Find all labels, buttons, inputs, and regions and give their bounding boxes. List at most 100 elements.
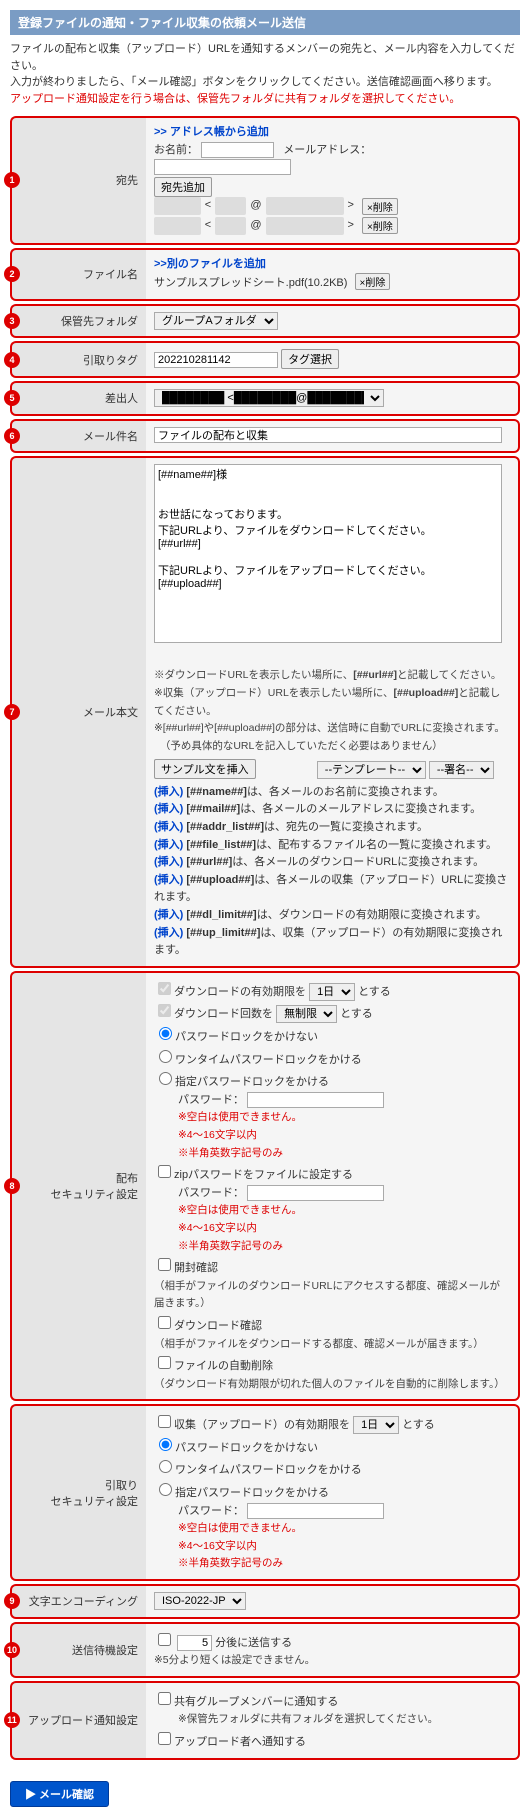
up-expire-row[interactable]: 収集（アップロード）の有効期限を 1日 とする [154,1419,435,1431]
insert-token-link[interactable]: (挿入) [154,839,183,851]
pickup-tag-input[interactable] [154,352,278,368]
insert-token-link[interactable]: (挿入) [154,856,183,868]
label-subject: 6メール件名 [10,419,146,454]
open-confirm-row[interactable]: 開封確認 [154,1262,218,1274]
pick-pw-fixed-radio[interactable] [159,1483,172,1496]
body-hint-1: ※ダウンロードURLを表示したい場所に、[##url##]と記載してください。 [154,669,501,681]
open-confirm-check[interactable] [158,1258,171,1271]
cell-file: >>別のファイルを追加 サンプルスプレッドシート.pdf(10.2KB) ×削除 [146,248,520,301]
pick-pw-none-radio[interactable] [159,1438,172,1451]
signature-select[interactable]: --署名-- [429,761,494,779]
delay-check[interactable] [158,1633,171,1646]
delete-recipient-button[interactable]: ×削除 [362,217,398,234]
dist-pw-onetime-radio[interactable] [159,1050,172,1063]
insert-token-desc: は、ダウンロードの有効期限に変換されます。 [257,909,487,921]
recipient-name-input[interactable] [201,142,274,158]
label-encoding: 9文字エンコーディング [10,1584,146,1619]
pick-pw-fixed[interactable]: 指定パスワードロックをかける [154,1487,329,1499]
dl-confirm-check[interactable] [158,1316,171,1329]
add-another-file-link[interactable]: >>別のファイルを追加 [154,258,266,270]
auto-del-row[interactable]: ファイルの自動削除 [154,1360,273,1372]
intro-warning: アップロード通知設定を行う場合は、保管先フォルダに共有フォルダを選択してください… [10,93,460,105]
notify-group-check[interactable] [158,1692,171,1705]
pick-pw-warn3: ※半角英数字記号のみ [178,1557,283,1569]
dl-expire-select[interactable]: 1日 [309,983,355,1001]
dl-confirm-desc: （相手がファイルをダウンロードする都度、確認メールが届きます。） [154,1338,484,1350]
cell-tag: タグ選択 [146,341,520,378]
insert-token-link[interactable]: (挿入) [154,803,183,815]
insert-token-name: [##dl_limit##] [186,909,256,921]
cell-delay: 分後に送信する ※5分より短くは設定できません。 [146,1622,520,1678]
pick-pw-onetime[interactable]: ワンタイムパスワードロックをかける [154,1464,362,1476]
recipient-mail-input[interactable] [154,159,291,175]
subject-input[interactable] [154,427,502,443]
insert-token-link[interactable]: (挿入) [154,874,183,886]
delete-recipient-button[interactable]: ×削除 [362,198,398,215]
dl-count-select[interactable]: 無制限 [276,1005,337,1023]
dl-expire-check [158,982,171,995]
label-delay: 10送信待機設定 [10,1622,146,1678]
dist-password-input[interactable] [247,1092,384,1108]
insert-token-row: (挿入) [##up_limit##]は、収集（アップロード）の有効期限に変換さ… [154,925,510,960]
dist-pw-none[interactable]: パスワードロックをかけない [154,1031,318,1043]
encoding-select[interactable]: ISO-2022-JP [154,1592,246,1610]
pick-password-input[interactable] [247,1503,384,1519]
dl-expire-row[interactable]: ダウンロードの有効期限を 1日 とする [154,986,391,998]
recipient-local-masked: ████ [215,197,246,215]
cell-to: >> アドレス帳から追加 お名前： メールアドレス： 宛先追加 ██████ <… [146,116,520,245]
dist-pw-onetime[interactable]: ワンタイムパスワードロックをかける [154,1054,362,1066]
insert-token-name: [##upload##] [186,874,254,886]
body-hint-3: ※[##url##]や[##upload##]の部分は、送信時に自動でURLに変… [154,722,505,734]
delay-row[interactable]: 分後に送信する [154,1637,292,1649]
body-textarea[interactable]: [##name##]様 お世話になっております。 下記URLより、ファイルをダウ… [154,464,502,643]
delete-file-button[interactable]: ×削除 [355,273,391,290]
add-recipient-button[interactable]: 宛先追加 [154,177,212,197]
pick-pw-warn2: ※4～16文字以内 [178,1540,257,1552]
cell-pickup-security: 収集（アップロード）の有効期限を 1日 とする パスワードロックをかけない ワン… [146,1404,520,1581]
body-hint-2: ※収集（アップロード）URLを表示したい場所に、[##upload##]と記載し… [154,687,500,717]
notify-group-row[interactable]: 共有グループメンバーに通知する [154,1696,338,1708]
cell-dist-security: ダウンロードの有効期限を 1日 とする ダウンロード回数を 無制限 とする パス… [146,971,520,1401]
insert-token-link[interactable]: (挿入) [154,909,183,921]
zip-pw-warn3: ※半角英数字記号のみ [178,1240,283,1252]
zip-row[interactable]: zipパスワードをファイルに設定する [154,1169,353,1181]
insert-token-link[interactable]: (挿入) [154,821,183,833]
notify-uploader-check[interactable] [158,1732,171,1745]
auto-del-check[interactable] [158,1356,171,1369]
dl-count-row[interactable]: ダウンロード回数を 無制限 とする [154,1008,373,1020]
recipient-domain-masked: ██████████ [266,217,344,235]
template-select[interactable]: --テンプレート-- [317,761,426,779]
badge-6: 6 [4,428,20,444]
zip-password-input[interactable] [247,1185,384,1201]
zip-check[interactable] [158,1165,171,1178]
pick-pw-none[interactable]: パスワードロックをかけない [154,1442,318,1454]
delay-note: ※5分より短くは設定できません。 [154,1654,315,1666]
dist-pw-fixed[interactable]: 指定パスワードロックをかける [154,1076,329,1088]
pick-pw-onetime-radio[interactable] [159,1460,172,1473]
insert-token-link[interactable]: (挿入) [154,786,183,798]
up-expire-check[interactable] [158,1415,171,1428]
sender-select[interactable]: ████████ <████████@██████████████> [154,389,384,407]
insert-token-row: (挿入) [##dl_limit##]は、ダウンロードの有効期限に変換されます。 [154,907,510,925]
zip-pw-label: パスワード： [178,1187,244,1199]
notify-uploader-row[interactable]: アップロード者へ通知する [154,1736,306,1748]
storage-folder-select[interactable]: グループAフォルダ [154,312,278,330]
insert-sample-button[interactable]: サンプル文を挿入 [154,759,256,779]
delay-minutes-input[interactable] [177,1635,212,1651]
label-body: 7メール本文 [10,456,146,968]
insert-token-desc: は、各メールのダウンロードURLに変換されます。 [232,856,484,868]
dl-confirm-row[interactable]: ダウンロード確認 [154,1320,262,1332]
badge-9: 9 [4,1593,20,1609]
insert-token-link[interactable]: (挿入) [154,927,183,939]
badge-2: 2 [4,266,20,282]
label-tag: 4引取りタグ [10,341,146,378]
insert-token-name: [##mail##] [186,803,240,815]
tag-select-button[interactable]: タグ選択 [281,349,339,369]
label-pickup-security: 引取り セキュリティ設定 [10,1404,146,1581]
dist-pw-warn1: ※空白は使用できません。 [178,1111,302,1123]
dist-pw-none-radio[interactable] [159,1027,172,1040]
add-from-addressbook-link[interactable]: >> アドレス帳から追加 [154,126,269,138]
dist-pw-fixed-radio[interactable] [159,1072,172,1085]
cell-sender: ████████ <████████@██████████████> [146,381,520,416]
mail-confirm-button[interactable]: ▶ メール確認 [10,1781,109,1807]
